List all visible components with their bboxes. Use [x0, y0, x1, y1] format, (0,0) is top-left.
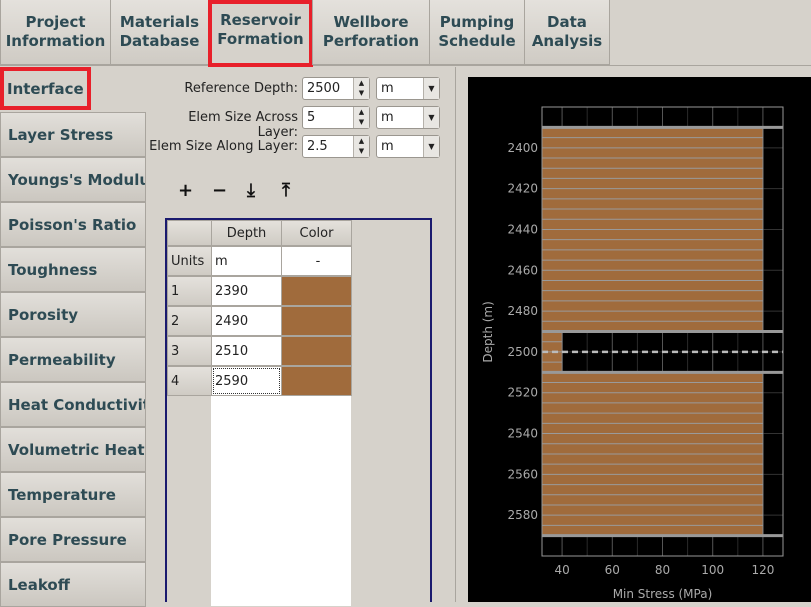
depth-cell[interactable]: 2390 [211, 276, 282, 306]
x-axis-label: Min Stress (MPa) [613, 587, 713, 601]
units-depth-cell[interactable]: m [211, 246, 282, 276]
reference-depth-value: 2500 [307, 81, 341, 96]
units-row-header: Units [167, 246, 212, 276]
column-header-color[interactable]: Color [281, 220, 352, 246]
reference-depth-input[interactable]: 2500 ▲ ▼ [302, 77, 370, 100]
sidebar-item-toughness[interactable]: Toughness [0, 247, 146, 292]
spin-arrows-icon[interactable]: ▲ ▼ [353, 78, 369, 99]
tab-project-information[interactable]: Project Information [0, 0, 111, 65]
row-header[interactable]: 4 [167, 366, 212, 396]
y-tick-label: 2460 [507, 263, 538, 277]
sidebar-item-leakoff[interactable]: Leakoff [0, 562, 146, 607]
x-tick-label: 100 [701, 563, 724, 577]
y-tick-label: 2400 [507, 141, 538, 155]
reference-depth-unit-select[interactable]: m ▼ [376, 77, 440, 100]
unit-value: m [381, 81, 394, 96]
main-tabs: Project Information Materials Database R… [0, 0, 811, 67]
depth-cell[interactable]: 2510 [211, 336, 282, 366]
chart-svg: 40 60 80 100 120 2400 2420 2440 2460 2480 2500 2520… [481, 106, 784, 601]
y-tick-label: 2480 [507, 304, 538, 318]
interface-table: Depth Color Units m - 1 2390 2 2490 3 25… [165, 218, 432, 606]
tab-reservoir-formation[interactable]: Reservoir Formation [208, 0, 313, 67]
depth-cell[interactable]: 2590 [211, 366, 282, 396]
x-tick-label: 120 [751, 563, 774, 577]
color-cell[interactable] [281, 276, 352, 306]
import-icon[interactable]: ⤓ [247, 180, 255, 201]
x-tick-label: 60 [605, 563, 620, 577]
elem-across-input[interactable]: 5 ▲ ▼ [302, 106, 370, 129]
splitter-handle[interactable] [455, 67, 458, 602]
sidebar-item-porosity[interactable]: Porosity [0, 292, 146, 337]
y-tick-label: 2420 [507, 182, 538, 196]
sidebar-item-layer-stress[interactable]: Layer Stress [0, 112, 146, 157]
sidebar-item-heat-conductivity[interactable]: Heat Conductivity [0, 382, 146, 427]
reference-depth-label: Reference Depth: [184, 81, 298, 96]
tab-materials-database[interactable]: Materials Database [110, 0, 209, 65]
elem-across-unit-select[interactable]: m ▼ [376, 106, 440, 129]
sidebar-item-volumetric-heat-capacity[interactable]: Volumetric Heat Capacity [0, 427, 146, 472]
remove-row-icon[interactable]: − [212, 180, 227, 201]
y-tick-label: 2540 [507, 427, 538, 441]
unit-value: m [381, 110, 394, 125]
chevron-down-icon: ▼ [423, 136, 439, 157]
color-cell[interactable] [281, 336, 352, 366]
y-tick-label: 2500 [507, 345, 538, 359]
elem-across-label: Elem Size Across Layer: [188, 110, 298, 140]
chevron-down-icon: ▼ [423, 107, 439, 128]
tab-data-analysis[interactable]: Data Analysis [524, 0, 610, 65]
y-tick-label: 2520 [507, 386, 538, 400]
y-axis-label: Depth (m) [481, 301, 495, 362]
row-header[interactable]: 3 [167, 336, 212, 366]
row-header[interactable]: 1 [167, 276, 212, 306]
unit-value: m [381, 139, 394, 154]
sidebar-item-permeability[interactable]: Permeability [0, 337, 146, 382]
tab-wellbore-perforation[interactable]: Wellbore Perforation [312, 0, 430, 65]
elem-along-value: 2.5 [307, 139, 328, 154]
add-row-icon[interactable]: + [178, 180, 193, 201]
corner-header [167, 220, 212, 246]
sidebar-item-poisson-s-ratio[interactable]: Poisson's Ratio [0, 202, 146, 247]
tab-pumping-schedule[interactable]: Pumping Schedule [429, 0, 525, 65]
y-tick-label: 2580 [507, 508, 538, 522]
sidebar: Interface Layer Stress Youngs's Modulus Poi… [0, 67, 147, 607]
column-header-depth[interactable]: Depth [211, 220, 282, 246]
spin-arrows-icon[interactable]: ▲ ▼ [353, 136, 369, 157]
sidebar-item-youngs-s-modulus[interactable]: Youngs's Modulus [0, 157, 146, 202]
export-icon[interactable]: ⤒ [282, 180, 290, 201]
elem-along-input[interactable]: 2.5 ▲ ▼ [302, 135, 370, 158]
y-tick-label: 2560 [507, 467, 538, 481]
row-header[interactable]: 2 [167, 306, 212, 336]
elem-along-unit-select[interactable]: m ▼ [376, 135, 440, 158]
color-cell[interactable] [281, 306, 352, 336]
x-tick-label: 80 [655, 563, 670, 577]
spin-arrows-icon[interactable]: ▲ ▼ [353, 107, 369, 128]
stress-chart: 40 60 80 100 120 2400 2420 2440 2460 2480 2500 2520… [468, 77, 811, 602]
chevron-down-icon: ▼ [423, 78, 439, 99]
sidebar-item-interface[interactable]: Interface [0, 67, 91, 110]
units-color-cell[interactable]: - [281, 246, 352, 276]
sidebar-item-pore-pressure[interactable]: Pore Pressure [0, 517, 146, 562]
elem-across-value: 5 [307, 110, 316, 125]
x-tick-label: 40 [554, 563, 569, 577]
y-tick-label: 2440 [507, 222, 538, 236]
depth-cell[interactable]: 2490 [211, 306, 282, 336]
color-cell[interactable] [281, 366, 352, 396]
elem-along-label: Elem Size Along Layer: [149, 139, 298, 154]
sidebar-item-temperature[interactable]: Temperature [0, 472, 146, 517]
